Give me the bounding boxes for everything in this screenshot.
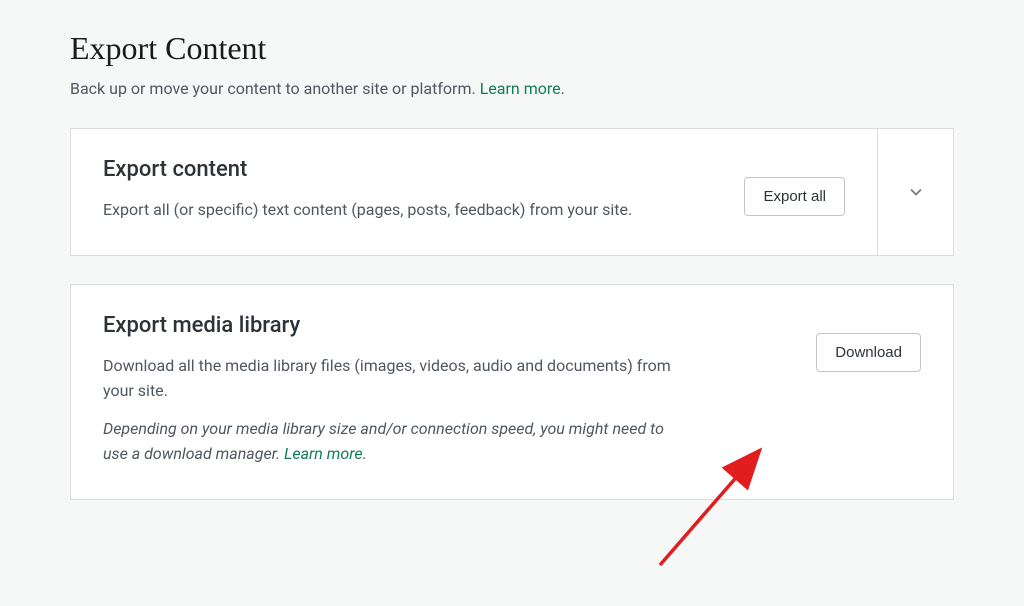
- period: .: [561, 79, 565, 98]
- export-content-title: Export content: [103, 157, 673, 182]
- page-subtitle: Back up or move your content to another …: [70, 79, 954, 98]
- download-button[interactable]: Download: [816, 333, 921, 372]
- export-media-desc: Download all the media library files (im…: [103, 354, 673, 404]
- expand-toggle[interactable]: [877, 129, 953, 255]
- export-media-textblock: Export media library Download all the me…: [103, 313, 673, 467]
- export-media-title: Export media library: [103, 313, 673, 338]
- export-media-learn-more-link[interactable]: Learn more: [284, 444, 363, 463]
- export-content-card: Export content Export all (or specific) …: [70, 128, 954, 256]
- export-content-desc: Export all (or specific) text content (p…: [103, 198, 673, 223]
- learn-more-link[interactable]: Learn more: [480, 79, 561, 98]
- export-media-note: Depending on your media library size and…: [103, 417, 673, 467]
- learn-more-text: Learn more: [480, 79, 561, 98]
- page-title: Export Content: [70, 30, 954, 67]
- export-content-main: Export content Export all (or specific) …: [71, 129, 877, 255]
- period-2: .: [363, 444, 367, 463]
- export-all-button[interactable]: Export all: [744, 177, 845, 216]
- export-media-main: Export media library Download all the me…: [71, 285, 953, 499]
- export-media-card: Export media library Download all the me…: [70, 284, 954, 500]
- export-media-note-text: Depending on your media library size and…: [103, 419, 664, 463]
- export-media-learn-more-text: Learn more: [284, 444, 363, 463]
- page-subtitle-text: Back up or move your content to another …: [70, 79, 480, 98]
- export-content-textblock: Export content Export all (or specific) …: [103, 157, 673, 223]
- chevron-down-icon: [906, 182, 926, 202]
